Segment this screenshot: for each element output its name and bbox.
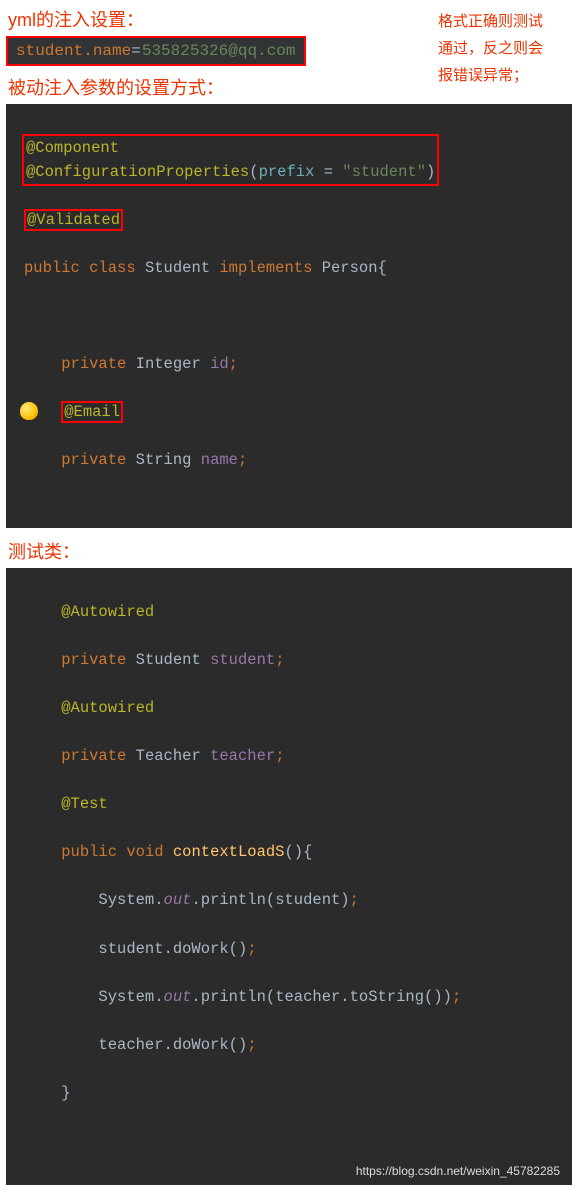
method-name: contextLoadS bbox=[173, 843, 285, 861]
field-student: student bbox=[210, 651, 275, 669]
kw-public-t: public bbox=[61, 843, 126, 861]
annotation-autowired-1: @Autowired bbox=[61, 603, 154, 621]
document-root: yml的注入设置： 格式正确则测试 通过，反之则会 报错误异常； student… bbox=[0, 0, 578, 1185]
println2: println bbox=[201, 988, 266, 1006]
yml-key: student.name bbox=[16, 42, 131, 60]
lightbulb-icon bbox=[20, 402, 38, 420]
semi-t1: ; bbox=[275, 651, 284, 669]
annotation-component: @Component bbox=[26, 139, 119, 157]
annotation-configprops: @ConfigurationProperties bbox=[26, 163, 249, 181]
annotation-validated: @Validated bbox=[27, 211, 120, 229]
yml-value: 535825326@qq.com bbox=[141, 42, 297, 60]
paren-close: ) bbox=[426, 163, 435, 181]
teacher-dowork: teacher.doWork() bbox=[98, 1036, 247, 1054]
type-student: Student bbox=[136, 651, 210, 669]
println1: println bbox=[201, 891, 266, 909]
side-note-line3: 报错误异常； bbox=[438, 67, 528, 84]
type-integer: Integer bbox=[136, 355, 210, 373]
semi-t2: ; bbox=[275, 747, 284, 765]
kw-private2: private bbox=[61, 451, 135, 469]
field-teacher: teacher bbox=[210, 747, 275, 765]
dot2: . bbox=[191, 988, 200, 1006]
brace-close: } bbox=[61, 1084, 70, 1102]
watermark: https://blog.csdn.net/weixin_45782285 bbox=[356, 1162, 560, 1181]
out1: out bbox=[164, 891, 192, 909]
semi2: ; bbox=[238, 451, 247, 469]
side-note-line1: 格式正确则测试 bbox=[438, 13, 543, 30]
arg-student: (student) bbox=[266, 891, 350, 909]
yml-eq: = bbox=[131, 42, 141, 60]
heading-testclass: 测试类： bbox=[0, 532, 578, 568]
side-note: 格式正确则测试 通过，反之则会 报错误异常； bbox=[438, 8, 568, 89]
kw-class: class bbox=[89, 259, 145, 277]
side-note-line2: 通过，反之则会 bbox=[438, 40, 543, 57]
arg-teacher-tostring: (teacher.toString()) bbox=[266, 988, 452, 1006]
code-block-java-class: @Component @ConfigurationProperties(pref… bbox=[6, 104, 572, 528]
prefix-key: prefix bbox=[259, 163, 324, 181]
type-string: String bbox=[136, 451, 201, 469]
semi-p4: ; bbox=[247, 1036, 256, 1054]
kw-private-t1: private bbox=[61, 651, 135, 669]
kw-void: void bbox=[126, 843, 173, 861]
class-name: Student bbox=[145, 259, 219, 277]
kw-private: private bbox=[61, 355, 135, 373]
annotation-test: @Test bbox=[61, 795, 108, 813]
semi-p3: ; bbox=[452, 988, 461, 1006]
sys1: System. bbox=[98, 891, 163, 909]
kw-public: public bbox=[24, 259, 89, 277]
semi: ; bbox=[229, 355, 238, 373]
sys2: System. bbox=[98, 988, 163, 1006]
annotation-email: @Email bbox=[64, 403, 120, 421]
kw-private-t2: private bbox=[61, 747, 135, 765]
field-name: name bbox=[201, 451, 238, 469]
dot1: . bbox=[191, 891, 200, 909]
student-dowork: student.doWork() bbox=[98, 940, 247, 958]
kw-implements: implements bbox=[219, 259, 321, 277]
code-block-test: @Autowired private Student student; @Aut… bbox=[6, 568, 572, 1184]
field-id: id bbox=[210, 355, 229, 373]
out2: out bbox=[164, 988, 192, 1006]
semi-p2: ; bbox=[247, 940, 256, 958]
interface-name: Person bbox=[322, 259, 378, 277]
brace-open: { bbox=[303, 843, 312, 861]
parens: () bbox=[284, 843, 303, 861]
type-teacher: Teacher bbox=[136, 747, 210, 765]
eq: = bbox=[324, 163, 343, 181]
brace: { bbox=[378, 259, 387, 277]
paren-open: ( bbox=[249, 163, 258, 181]
annotation-autowired-2: @Autowired bbox=[61, 699, 154, 717]
prefix-value: "student" bbox=[342, 163, 426, 181]
semi-p1: ; bbox=[350, 891, 359, 909]
